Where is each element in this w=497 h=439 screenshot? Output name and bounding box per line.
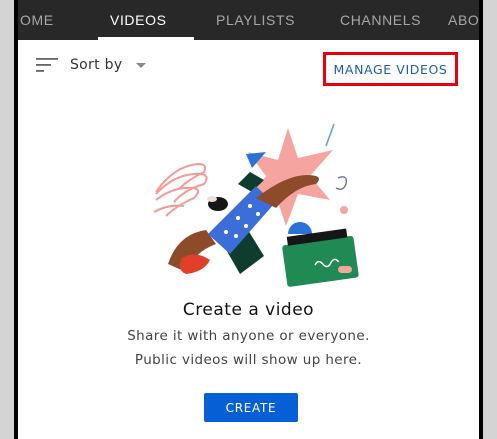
tab-home[interactable]: OME: [20, 12, 54, 28]
create-video-illustration: [153, 123, 359, 287]
videos-panel: Sort by MANAGE VIDEOS Create a video Sha…: [18, 40, 479, 439]
channel-tab-bar: OME VIDEOS PLAYLISTS CHANNELS ABO: [18, 0, 479, 40]
tab-about[interactable]: ABO: [448, 12, 479, 28]
sort-lines-icon[interactable]: [36, 58, 60, 72]
screenshot-frame: OME VIDEOS PLAYLISTS CHANNELS ABO Sort b…: [14, 0, 483, 439]
empty-state-description-line1: Share it with anyone or everyone.: [127, 328, 370, 344]
empty-state-description-line2: Public videos will show up here.: [134, 352, 363, 368]
caret-down-icon[interactable]: [136, 63, 146, 69]
tab-videos[interactable]: VIDEOS: [110, 12, 167, 28]
manage-videos-label: MANAGE VIDEOS: [333, 61, 448, 77]
tab-playlists[interactable]: PLAYLISTS: [216, 12, 295, 28]
manage-videos-button[interactable]: MANAGE VIDEOS: [323, 52, 458, 86]
tab-channels[interactable]: CHANNELS: [340, 12, 421, 28]
empty-state-title: Create a video: [182, 300, 315, 320]
sort-by-label[interactable]: Sort by: [70, 57, 122, 73]
sort-toolbar: Sort by MANAGE VIDEOS: [18, 40, 479, 92]
create-button[interactable]: CREATE: [204, 393, 298, 422]
